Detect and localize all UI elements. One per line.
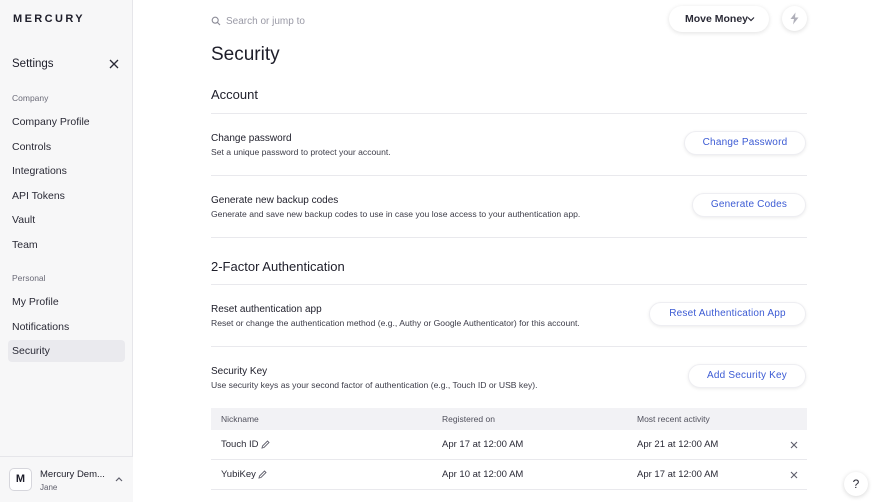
security-key-description: Use security keys as your second factor … (211, 380, 538, 390)
reset-authentication-app-button[interactable]: Reset Authentication App (649, 302, 806, 326)
sidebar-item-integrations[interactable]: Integrations (8, 160, 125, 182)
key-recent-activity: Apr 21 at 12:00 AM (637, 439, 719, 450)
page-title: Security (211, 44, 280, 65)
sidebar-item-company-profile[interactable]: Company Profile (8, 111, 125, 133)
table-row: Touch ID Apr 17 at 12:00 AM Apr 21 at 12… (211, 430, 807, 460)
sidebar-item-api-tokens[interactable]: API Tokens (8, 185, 125, 207)
column-header-nickname: Nickname (221, 414, 259, 424)
sidebar: MERCURY Settings Company Company Profile… (0, 0, 133, 502)
sidebar-item-my-profile[interactable]: My Profile (8, 291, 125, 313)
change-password-title: Change password (211, 133, 292, 144)
search-icon (211, 16, 221, 26)
key-registered-date: Apr 17 at 12:00 AM (442, 439, 524, 450)
sidebar-item-security[interactable]: Security (8, 340, 125, 362)
reset-app-description: Reset or change the authentication metho… (211, 318, 580, 328)
divider (211, 113, 807, 114)
security-key-title: Security Key (211, 366, 268, 377)
move-money-button[interactable]: Move Money (669, 6, 769, 32)
account-switcher[interactable]: M Mercury Dem... Jane (0, 456, 133, 502)
avatar: M (9, 468, 32, 491)
remove-icon[interactable] (790, 441, 798, 449)
table-row: YubiKey Apr 10 at 12:00 AM Apr 17 at 12:… (211, 460, 807, 490)
pencil-icon[interactable] (258, 470, 267, 479)
column-header-registered: Registered on (442, 414, 495, 424)
twofa-section-title: 2-Factor Authentication (211, 259, 345, 274)
divider (211, 237, 807, 238)
chevron-down-icon (747, 17, 755, 22)
sidebar-item-notifications[interactable]: Notifications (8, 316, 125, 338)
change-password-button[interactable]: Change Password (684, 131, 806, 155)
company-section-label: Company (12, 93, 49, 103)
account-name: Mercury Dem... (40, 469, 105, 480)
column-header-recent-activity: Most recent activity (637, 414, 710, 424)
reset-app-title: Reset authentication app (211, 304, 322, 315)
close-icon[interactable] (108, 58, 120, 70)
personal-section-label: Personal (12, 273, 46, 283)
backup-codes-title: Generate new backup codes (211, 195, 339, 206)
key-nickname: Touch ID (221, 439, 259, 450)
chevron-up-icon[interactable] (114, 475, 124, 483)
add-security-key-button[interactable]: Add Security Key (688, 364, 806, 388)
settings-title: Settings (12, 58, 54, 70)
divider (211, 284, 807, 285)
search-input[interactable] (226, 13, 386, 29)
table-header: Nickname Registered on Most recent activ… (211, 408, 807, 430)
key-recent-activity: Apr 17 at 12:00 AM (637, 469, 719, 480)
key-nickname: YubiKey (221, 469, 256, 480)
help-button[interactable]: ? (844, 472, 868, 496)
account-user: Jane (40, 483, 58, 492)
pencil-icon[interactable] (261, 440, 270, 449)
generate-codes-button[interactable]: Generate Codes (692, 193, 806, 217)
move-money-label: Move Money (685, 13, 749, 25)
sidebar-item-vault[interactable]: Vault (8, 209, 125, 231)
backup-codes-description: Generate and save new backup codes to us… (211, 209, 581, 219)
sidebar-item-controls[interactable]: Controls (8, 136, 125, 158)
quick-actions-button[interactable] (782, 6, 807, 31)
lightning-icon (790, 12, 799, 25)
divider (211, 346, 807, 347)
account-section-title: Account (211, 87, 258, 102)
sidebar-item-team[interactable]: Team (8, 234, 125, 256)
key-registered-date: Apr 10 at 12:00 AM (442, 469, 524, 480)
change-password-description: Set a unique password to protect your ac… (211, 147, 391, 157)
divider (211, 175, 807, 176)
remove-icon[interactable] (790, 471, 798, 479)
mercury-logo[interactable]: MERCURY (13, 13, 85, 25)
